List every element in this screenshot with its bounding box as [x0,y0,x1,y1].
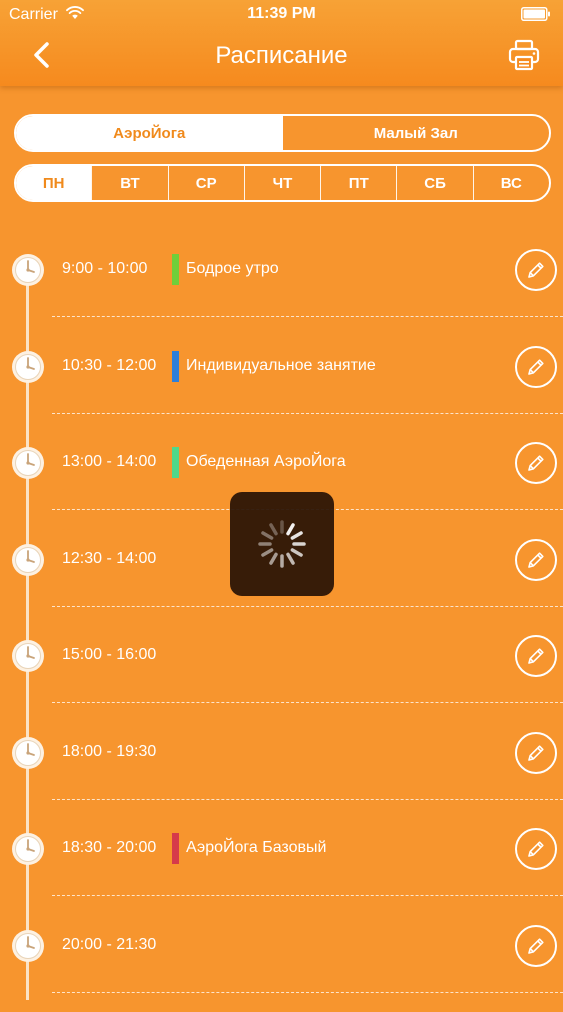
session-time: 13:00 - 14:00 [62,453,157,470]
nav-bar: Расписание [0,30,563,86]
session-time: 12:30 - 14:00 [62,549,157,567]
pencil-icon [526,453,546,473]
edit-button[interactable] [515,924,557,967]
clock-icon [11,736,45,770]
schedule-row[interactable]: 10:30 - 12:00 Индивидуальное занятие [0,337,563,433]
schedule-row[interactable]: 18:30 - 20:00 АэроЙога Базовый [0,819,563,915]
edit-button[interactable] [515,442,557,484]
loading-overlay [230,492,334,596]
edit-button[interactable] [515,249,557,291]
clock-icon [11,446,45,480]
battery-icon [521,7,550,21]
schedule-row[interactable]: 20:00 - 21:30 [0,916,563,1012]
class-name: Индивидуальное занятие [186,356,376,374]
clock-icon [11,253,45,287]
day-tab-mon[interactable]: ПН [16,166,92,200]
class-color-bar [172,833,179,864]
row-divider [52,412,563,414]
row-divider [52,702,563,703]
edit-button[interactable] [515,635,557,677]
row-divider [52,895,563,896]
day-tab-sun[interactable]: ВС [472,166,549,200]
clock-icon [11,639,45,673]
printer-icon[interactable] [507,38,541,72]
session-time: 18:30 - 20:00 [62,839,157,856]
row-divider [52,316,563,317]
day-segmented-control: ПН ВТ СР ЧТ ПТ СБ ВС [14,164,551,202]
row-divider [52,798,563,800]
page-title: Расписание [215,42,348,69]
pencil-icon [526,743,546,763]
class-color-bar [172,254,179,285]
session-time: 9:00 - 10:00 [62,260,148,277]
edit-button[interactable] [515,345,557,388]
schedule-row[interactable]: 15:00 - 16:00 [0,626,563,722]
session-time: 20:00 - 21:30 [62,935,157,953]
clock-icon [11,543,45,577]
clock-icon [11,832,45,866]
class-name: Обеденная АэроЙога [186,453,346,470]
header: Carrier 11:39 PM Расписание [0,0,563,86]
day-tab-wed[interactable]: СР [167,166,244,200]
day-tab-fri[interactable]: ПТ [320,166,396,200]
clock-icon [11,350,45,384]
session-time: 18:00 - 19:30 [62,742,157,760]
session-time: 15:00 - 16:00 [62,646,157,663]
class-name: АэроЙога Базовый [186,839,327,856]
day-tab-thu[interactable]: ЧТ [243,166,320,200]
status-time: 11:39 PM [247,5,316,22]
edit-button[interactable] [515,731,557,774]
hall-tab-small-hall[interactable]: Малый Зал [283,116,550,150]
edit-button[interactable] [515,828,557,870]
pencil-icon [526,646,546,666]
class-color-bar [172,350,179,382]
row-divider [52,605,563,607]
session-time: 10:30 - 12:00 [62,356,157,374]
pencil-icon [526,357,546,377]
schedule-row[interactable]: 9:00 - 10:00 Бодрое утро [0,240,563,336]
pencil-icon [526,550,546,570]
spinner-icon [258,520,306,568]
clock-icon [11,929,45,963]
hall-tab-aeroyoga[interactable]: АэроЙога [16,116,283,150]
day-tab-sat[interactable]: СБ [396,166,472,200]
day-tab-tue[interactable]: ВТ [91,166,167,200]
edit-button[interactable] [515,538,557,581]
schedule-row[interactable]: 18:00 - 19:30 [0,723,563,819]
class-name: Бодрое утро [186,260,279,277]
class-color-bar [172,447,179,478]
row-divider [52,991,563,993]
status-bar: Carrier 11:39 PM [0,0,563,30]
pencil-icon [526,839,546,859]
hall-segmented-control: АэроЙога Малый Зал [14,114,551,152]
pencil-icon [526,260,546,280]
pencil-icon [526,936,546,956]
